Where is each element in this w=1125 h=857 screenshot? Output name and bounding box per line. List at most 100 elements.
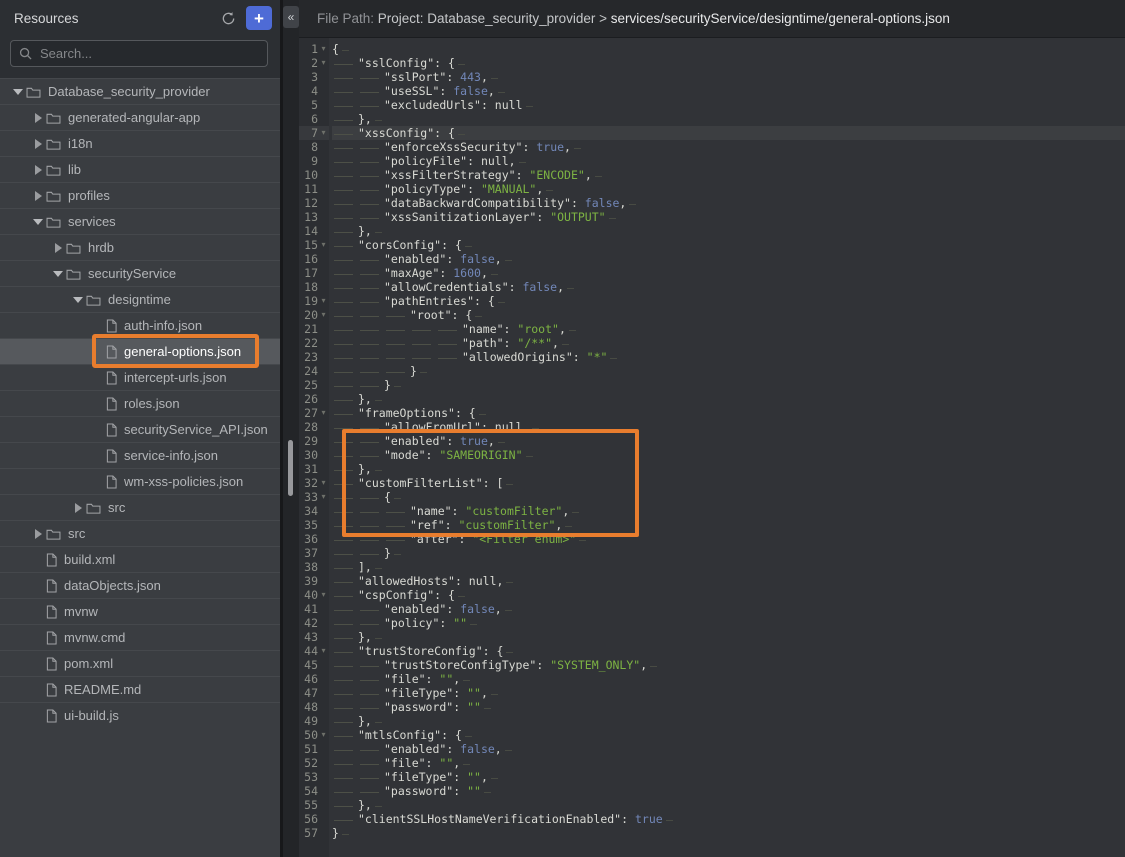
fold-arrow-icon[interactable]: ▾ [318, 294, 329, 308]
code-line-15[interactable]: "corsConfig": { [332, 238, 1125, 252]
tree-item-securityService[interactable]: securityService [0, 260, 280, 286]
tree-item-securityService_API.json[interactable]: securityService_API.json [0, 416, 280, 442]
code-line-16[interactable]: "enabled": false, [332, 252, 1125, 266]
add-resource-button[interactable]: + [246, 6, 272, 30]
fold-arrow-icon[interactable]: ▾ [318, 238, 329, 252]
code-line-41[interactable]: "enabled": false, [332, 602, 1125, 616]
tree-item-dataObjects.json[interactable]: dataObjects.json [0, 572, 280, 598]
code-line-35[interactable]: "ref": "customFilter", [332, 518, 1125, 532]
code-line-22[interactable]: "path": "/**", [332, 336, 1125, 350]
tree-item-src[interactable]: src [0, 494, 280, 520]
fold-arrow-icon[interactable]: ▾ [318, 644, 329, 658]
code-line-36[interactable]: "after": "<Filter enum>" [332, 532, 1125, 546]
fold-arrow-icon[interactable]: ▾ [318, 56, 329, 70]
code-line-24[interactable]: } [332, 364, 1125, 378]
code-line-12[interactable]: "dataBackwardCompatibility": false, [332, 196, 1125, 210]
chevron-down-icon[interactable] [70, 292, 86, 308]
chevron-right-icon[interactable] [30, 136, 46, 152]
chevron-right-icon[interactable] [30, 188, 46, 204]
code-line-19[interactable]: "pathEntries": { [332, 294, 1125, 308]
code-line-10[interactable]: "xssFilterStrategy": "ENCODE", [332, 168, 1125, 182]
code-line-18[interactable]: "allowCredentials": false, [332, 280, 1125, 294]
code-line-11[interactable]: "policyType": "MANUAL", [332, 182, 1125, 196]
tree-item-lib[interactable]: lib [0, 156, 280, 182]
fold-arrow-icon[interactable]: ▾ [318, 728, 329, 742]
code-line-26[interactable]: }, [332, 392, 1125, 406]
editor-content[interactable]: {"sslConfig": {"sslPort": 443,"useSSL": … [329, 38, 1125, 857]
code-line-30[interactable]: "mode": "SAMEORIGIN" [332, 448, 1125, 462]
tree-item-README.md[interactable]: README.md [0, 676, 280, 702]
code-line-46[interactable]: "file": "", [332, 672, 1125, 686]
fold-arrow-icon[interactable]: ▾ [318, 126, 329, 140]
code-line-9[interactable]: "policyFile": null, [332, 154, 1125, 168]
tree-item-designtime[interactable]: designtime [0, 286, 280, 312]
code-line-14[interactable]: }, [332, 224, 1125, 238]
tree-item-generated-angular-app[interactable]: generated-angular-app [0, 104, 280, 130]
code-line-31[interactable]: }, [332, 462, 1125, 476]
code-line-23[interactable]: "allowedOrigins": "*" [332, 350, 1125, 364]
tree-item-pom.xml[interactable]: pom.xml [0, 650, 280, 676]
code-line-45[interactable]: "trustStoreConfigType": "SYSTEM_ONLY", [332, 658, 1125, 672]
code-line-34[interactable]: "name": "customFilter", [332, 504, 1125, 518]
fold-arrow-icon[interactable]: ▾ [318, 490, 329, 504]
tree-item-build.xml[interactable]: build.xml [0, 546, 280, 572]
tree-item-wm-xss-policies.json[interactable]: wm-xss-policies.json [0, 468, 280, 494]
tree-item-Database_security_provider[interactable]: Database_security_provider [0, 78, 280, 104]
code-line-44[interactable]: "trustStoreConfig": { [332, 644, 1125, 658]
code-line-42[interactable]: "policy": "" [332, 616, 1125, 630]
chevron-down-icon[interactable] [50, 266, 66, 282]
code-line-55[interactable]: }, [332, 798, 1125, 812]
tree-item-intercept-urls.json[interactable]: intercept-urls.json [0, 364, 280, 390]
code-line-7[interactable]: "xssConfig": { [332, 126, 1125, 140]
code-line-53[interactable]: "fileType": "", [332, 770, 1125, 784]
tree-scrollbar-thumb[interactable] [288, 440, 293, 496]
tree-item-mvnw[interactable]: mvnw [0, 598, 280, 624]
code-line-2[interactable]: "sslConfig": { [332, 56, 1125, 70]
code-line-13[interactable]: "xssSanitizationLayer": "OUTPUT" [332, 210, 1125, 224]
code-line-4[interactable]: "useSSL": false, [332, 84, 1125, 98]
code-editor[interactable]: 1▾2▾34567▾89101112131415▾16171819▾20▾212… [299, 38, 1125, 857]
code-line-8[interactable]: "enforceXssSecurity": true, [332, 140, 1125, 154]
collapse-panel-button[interactable]: « [283, 6, 299, 28]
code-line-21[interactable]: "name": "root", [332, 322, 1125, 336]
code-line-20[interactable]: "root": { [332, 308, 1125, 322]
tree-item-service-info.json[interactable]: service-info.json [0, 442, 280, 468]
code-line-51[interactable]: "enabled": false, [332, 742, 1125, 756]
chevron-right-icon[interactable] [70, 500, 86, 516]
tree-item-ui-build.js[interactable]: ui-build.js [0, 702, 280, 728]
tree-item-hrdb[interactable]: hrdb [0, 234, 280, 260]
code-line-38[interactable]: ], [332, 560, 1125, 574]
code-line-47[interactable]: "fileType": "", [332, 686, 1125, 700]
fold-arrow-icon[interactable]: ▾ [318, 42, 329, 56]
fold-arrow-icon[interactable]: ▾ [318, 588, 329, 602]
chevron-right-icon[interactable] [30, 110, 46, 126]
code-line-54[interactable]: "password": "" [332, 784, 1125, 798]
search-input[interactable] [40, 46, 259, 61]
code-line-5[interactable]: "excludedUrls": null [332, 98, 1125, 112]
code-line-40[interactable]: "cspConfig": { [332, 588, 1125, 602]
code-line-32[interactable]: "customFilterList": [ [332, 476, 1125, 490]
tree-item-services[interactable]: services [0, 208, 280, 234]
code-line-1[interactable]: { [332, 42, 1125, 56]
code-line-33[interactable]: { [332, 490, 1125, 504]
chevron-right-icon[interactable] [50, 240, 66, 256]
code-line-17[interactable]: "maxAge": 1600, [332, 266, 1125, 280]
tree-item-mvnw.cmd[interactable]: mvnw.cmd [0, 624, 280, 650]
tree-item-profiles[interactable]: profiles [0, 182, 280, 208]
code-line-56[interactable]: "clientSSLHostNameVerificationEnabled": … [332, 812, 1125, 826]
code-line-29[interactable]: "enabled": true, [332, 434, 1125, 448]
chevron-right-icon[interactable] [30, 526, 46, 542]
code-line-3[interactable]: "sslPort": 443, [332, 70, 1125, 84]
code-line-27[interactable]: "frameOptions": { [332, 406, 1125, 420]
code-line-39[interactable]: "allowedHosts": null, [332, 574, 1125, 588]
tree-item-general-options.json[interactable]: general-options.json [0, 338, 280, 364]
code-line-52[interactable]: "file": "", [332, 756, 1125, 770]
chevron-right-icon[interactable] [30, 162, 46, 178]
chevron-down-icon[interactable] [10, 84, 26, 100]
code-line-28[interactable]: "allowFromUrl": null, [332, 420, 1125, 434]
code-line-6[interactable]: }, [332, 112, 1125, 126]
fold-arrow-icon[interactable]: ▾ [318, 476, 329, 490]
refresh-icon[interactable] [216, 6, 240, 30]
fold-arrow-icon[interactable]: ▾ [318, 406, 329, 420]
code-line-43[interactable]: }, [332, 630, 1125, 644]
